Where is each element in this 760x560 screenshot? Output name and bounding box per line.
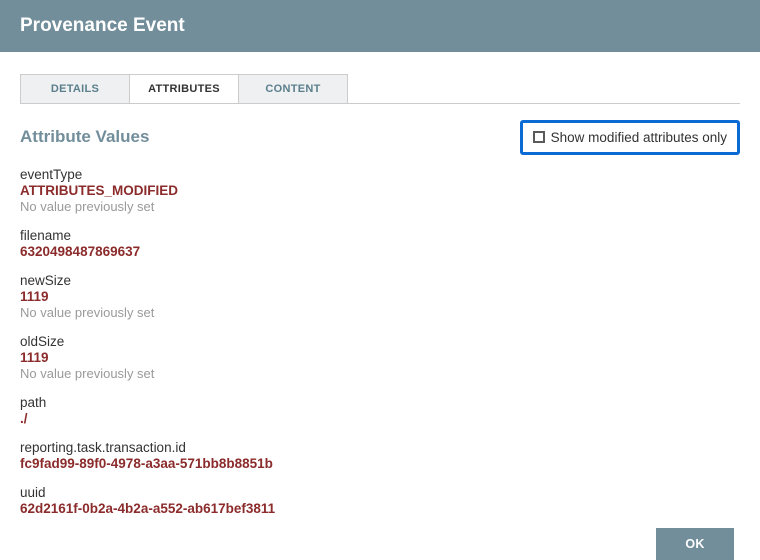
attribute-value: 62d2161f-0b2a-4b2a-a552-ab617bef3811 [20,501,740,516]
dialog-title: Provenance Event [0,0,760,52]
attribute-row: oldSize 1119 No value previously set [20,334,740,381]
attribute-name: path [20,395,740,410]
attribute-name: oldSize [20,334,740,349]
attribute-row: eventType ATTRIBUTES_MODIFIED No value p… [20,167,740,214]
attribute-name: uuid [20,485,740,500]
tab-details[interactable]: DETAILS [20,74,130,104]
attribute-row: reporting.task.transaction.id fc9fad99-8… [20,440,740,471]
checkbox-icon [533,131,545,143]
attribute-value: 1119 [20,289,740,304]
attribute-row: filename 6320498487869637 [20,228,740,259]
dialog-body: DETAILS ATTRIBUTES CONTENT Attribute Val… [0,52,760,560]
attribute-list: eventType ATTRIBUTES_MODIFIED No value p… [20,167,740,528]
attribute-previous: No value previously set [20,366,740,381]
panel-title: Attribute Values [20,127,149,147]
attribute-row: newSize 1119 No value previously set [20,273,740,320]
attribute-value: fc9fad99-89f0-4978-a3aa-571bb8b8851b [20,456,740,471]
attribute-name: newSize [20,273,740,288]
provenance-event-dialog: Provenance Event DETAILS ATTRIBUTES CONT… [0,0,760,560]
tab-attributes[interactable]: ATTRIBUTES [129,74,239,104]
show-modified-label: Show modified attributes only [551,130,727,145]
attribute-name: eventType [20,167,740,182]
attribute-name: reporting.task.transaction.id [20,440,740,455]
attribute-previous: No value previously set [20,305,740,320]
tab-underline [20,103,740,104]
attribute-name: filename [20,228,740,243]
attribute-row: path ./ [20,395,740,426]
attribute-value: 6320498487869637 [20,244,740,259]
tab-bar: DETAILS ATTRIBUTES CONTENT [20,74,740,104]
dialog-footer: OK [20,528,740,560]
ok-button[interactable]: OK [656,528,734,560]
attribute-value: 1119 [20,350,740,365]
show-modified-toggle[interactable]: Show modified attributes only [520,120,740,155]
panel-header: Attribute Values Show modified attribute… [20,120,740,155]
attribute-value: ATTRIBUTES_MODIFIED [20,183,740,198]
attribute-row: uuid 62d2161f-0b2a-4b2a-a552-ab617bef381… [20,485,740,516]
attribute-value: ./ [20,411,740,426]
tab-content[interactable]: CONTENT [238,74,348,104]
attribute-previous: No value previously set [20,199,740,214]
